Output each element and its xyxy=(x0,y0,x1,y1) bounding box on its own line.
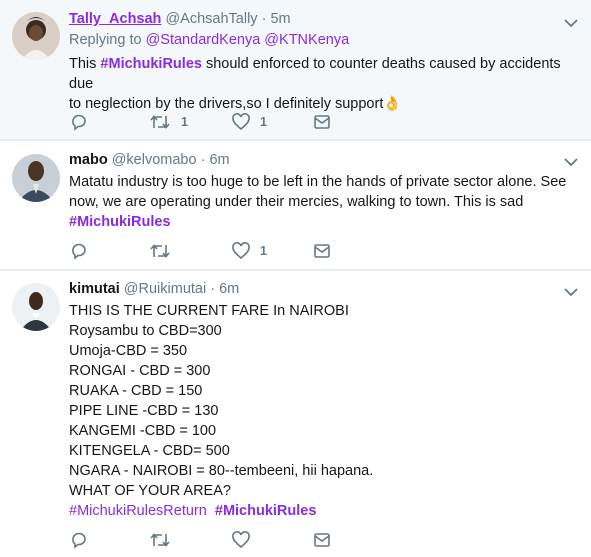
tweet-header: Tally_Achsah @AchsahTally · 5m xyxy=(69,10,577,29)
tweet-actions: 1 xyxy=(70,241,370,261)
tweet-line: NGARA - NAIROBI = 80--tembeeni, hii hapa… xyxy=(69,463,374,479)
retweet-count: 1 xyxy=(181,115,188,129)
like-button[interactable]: 1 xyxy=(232,112,267,132)
tweet-line: Roysambu to CBD=300 xyxy=(69,323,222,339)
tweet-line: KANGEMI -CBD = 100 xyxy=(69,423,217,439)
tweet-text: Matatu industry is too huge to be left i… xyxy=(69,172,577,232)
display-name[interactable]: mabo xyxy=(69,152,108,168)
reply-icon xyxy=(72,532,86,549)
message-button[interactable] xyxy=(313,112,331,132)
chevron-down-icon[interactable] xyxy=(563,285,579,299)
tweet-line: Matatu industry is too huge to be left i… xyxy=(69,174,567,190)
separator-dot: · xyxy=(261,11,267,27)
tweet-1[interactable]: Tally_Achsah @AchsahTally · 5m Replying … xyxy=(0,0,591,140)
tweet-line: to neglection by the drivers,so I defini… xyxy=(69,94,577,114)
retweet-icon xyxy=(150,244,170,258)
display-name[interactable]: kimutai xyxy=(69,281,120,297)
separator-dot: · xyxy=(200,152,206,168)
tweet-text: THIS IS THE CURRENT FARE In NAIROBI Roys… xyxy=(69,301,577,521)
replying-to: Replying to @StandardKenya @KTNKenya xyxy=(69,30,577,50)
tweet-line: THIS IS THE CURRENT FARE In NAIROBI xyxy=(69,303,349,319)
text-segment: This xyxy=(69,56,101,72)
chevron-down-icon[interactable] xyxy=(563,155,579,169)
separator-dot: · xyxy=(210,281,216,297)
tweet-2[interactable]: mabo @kelvomabo · 6m Matatu industry is … xyxy=(0,141,591,270)
like-icon xyxy=(232,242,250,260)
display-name[interactable]: Tally_Achsah xyxy=(69,11,161,27)
chevron-down-icon[interactable] xyxy=(563,16,579,30)
timestamp[interactable]: 6m xyxy=(219,281,239,297)
user-handle[interactable]: @Ruikimutai xyxy=(124,281,206,297)
reply-button[interactable] xyxy=(70,112,88,132)
tweet-text: This #MichukiRules should enforced to co… xyxy=(69,54,577,114)
hashtag-link[interactable]: #MichukiRules xyxy=(100,56,202,72)
tweet-line: #MichukiRulesReturn #MichukiRules xyxy=(69,501,577,521)
message-icon xyxy=(314,533,330,547)
like-count: 1 xyxy=(260,244,267,258)
avatar[interactable] xyxy=(12,154,60,202)
tweet-line: RONGAI - CBD = 300 xyxy=(69,363,211,379)
avatar[interactable] xyxy=(12,283,60,331)
reply-icon xyxy=(72,114,86,131)
tweet-line: This #MichukiRules should enforced to co… xyxy=(69,54,577,94)
retweet-icon xyxy=(150,533,170,547)
user-handle[interactable]: @kelvomabo xyxy=(112,152,197,168)
hashtag-link[interactable]: #MichukiRules xyxy=(215,503,317,519)
tweet-actions xyxy=(70,530,370,550)
tweet-3[interactable]: kimutai @Ruikimutai · 6m THIS IS THE CUR… xyxy=(0,271,591,557)
timestamp[interactable]: 6m xyxy=(209,152,229,168)
mention-link[interactable]: @StandardKenya xyxy=(146,32,261,48)
retweet-button[interactable]: 1 xyxy=(149,112,188,132)
like-button[interactable] xyxy=(232,530,250,550)
like-icon xyxy=(232,113,250,131)
hashtag-link[interactable]: #MichukiRulesReturn xyxy=(69,503,207,519)
reply-icon xyxy=(72,243,86,260)
tweet-line: now, we are operating under their mercie… xyxy=(69,194,524,210)
retweet-button[interactable] xyxy=(149,241,181,261)
avatar[interactable] xyxy=(12,12,60,60)
like-button[interactable]: 1 xyxy=(232,241,267,261)
tweet-line: PIPE LINE -CBD = 130 xyxy=(69,403,219,419)
tweet-line: RUAKA - CBD = 150 xyxy=(69,383,203,399)
timestamp[interactable]: 5m xyxy=(270,11,290,27)
tweet-line: WHAT OF YOUR AREA? xyxy=(69,483,231,499)
message-button[interactable] xyxy=(313,530,331,550)
reply-button[interactable] xyxy=(70,530,88,550)
user-handle[interactable]: @AchsahTally xyxy=(165,11,257,27)
retweet-icon xyxy=(150,115,170,129)
timeline: Tally_Achsah @AchsahTally · 5m Replying … xyxy=(0,0,591,557)
text-segment: to neglection by the drivers,so I defini… xyxy=(69,96,384,112)
mention-link[interactable]: @KTNKenya xyxy=(264,32,349,48)
tweet-line: KITENGELA - CBD= 500 xyxy=(69,443,230,459)
tweet-actions: 1 1 xyxy=(70,112,370,132)
like-icon xyxy=(232,531,250,549)
retweet-button[interactable] xyxy=(149,530,171,550)
tweet-header: kimutai @Ruikimutai · 6m xyxy=(69,280,577,299)
tweet-line: Umoja-CBD = 350 xyxy=(69,343,188,359)
ok-hand-emoji: 👌 xyxy=(383,96,402,112)
tweet-header: mabo @kelvomabo · 6m xyxy=(69,151,577,170)
message-icon xyxy=(314,244,330,258)
hashtag-link[interactable]: #MichukiRules xyxy=(69,212,577,232)
like-count: 1 xyxy=(260,115,267,129)
reply-button[interactable] xyxy=(70,241,88,261)
replying-label: Replying to xyxy=(69,32,142,48)
message-icon xyxy=(314,115,330,129)
message-button[interactable] xyxy=(313,241,331,261)
